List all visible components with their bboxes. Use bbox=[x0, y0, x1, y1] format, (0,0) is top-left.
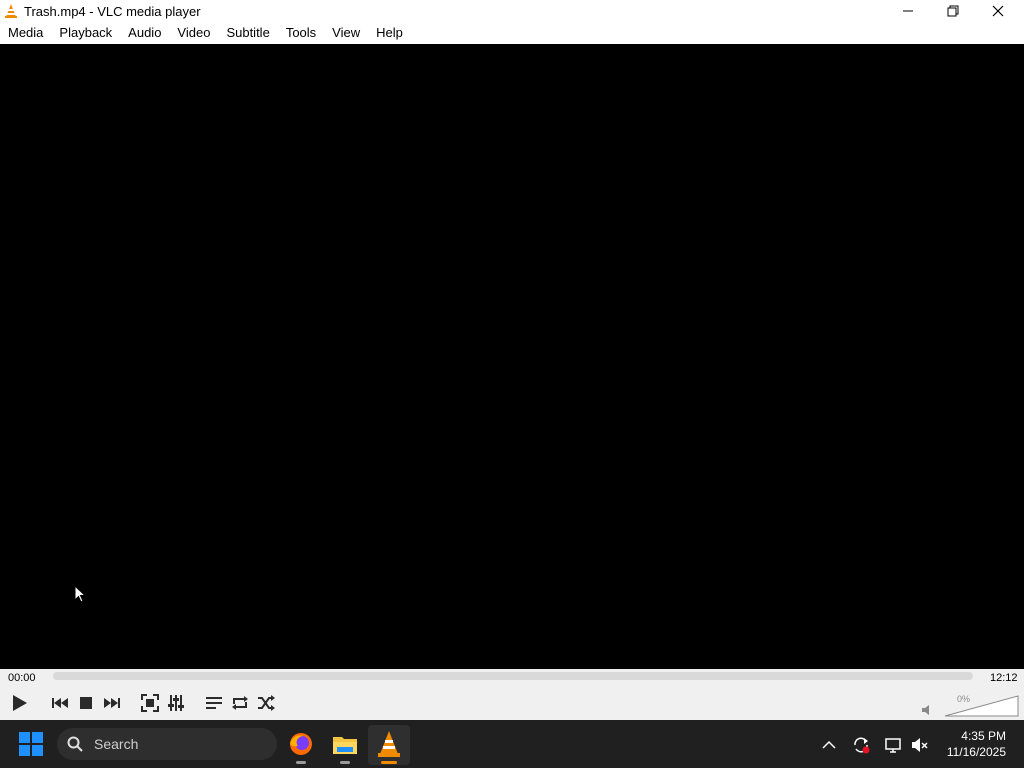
loop-icon bbox=[232, 696, 248, 710]
clock-time[interactable]: 4:35 PM bbox=[950, 729, 1006, 743]
volume-wedge-icon bbox=[944, 695, 1019, 717]
minimize-button[interactable] bbox=[886, 0, 930, 22]
explorer-running-indicator bbox=[340, 761, 350, 764]
firefox-running-indicator bbox=[296, 761, 306, 764]
folder-icon bbox=[333, 737, 357, 754]
menu-media[interactable]: Media bbox=[0, 22, 51, 44]
taskbar-firefox[interactable] bbox=[287, 730, 315, 758]
menu-bar: Media Playback Audio Video Subtitle Tool… bbox=[0, 22, 1024, 44]
total-duration: 12:12 bbox=[990, 672, 1018, 684]
show-hidden-icons-button[interactable] bbox=[819, 735, 839, 755]
equalizer-icon bbox=[168, 695, 184, 711]
stop-icon bbox=[80, 697, 92, 709]
close-button[interactable] bbox=[976, 0, 1020, 22]
network-monitor-icon bbox=[885, 738, 901, 753]
next-button[interactable] bbox=[101, 692, 123, 714]
mouse-cursor-icon bbox=[74, 585, 87, 603]
title-bar[interactable]: Trash.mp4 - VLC media player bbox=[0, 0, 1024, 22]
vlc-active-indicator bbox=[381, 761, 397, 764]
menu-help[interactable]: Help bbox=[368, 22, 411, 44]
shuffle-icon bbox=[258, 695, 275, 711]
firefox-icon bbox=[290, 733, 312, 755]
loop-button[interactable] bbox=[229, 692, 251, 714]
search-placeholder: Search bbox=[94, 736, 139, 752]
next-icon bbox=[104, 698, 120, 708]
taskbar-file-explorer[interactable] bbox=[331, 730, 359, 758]
stop-button[interactable] bbox=[75, 692, 97, 714]
video-area[interactable] bbox=[0, 44, 1024, 669]
play-icon bbox=[13, 695, 27, 711]
playlist-button[interactable] bbox=[203, 692, 225, 714]
menu-playback[interactable]: Playback bbox=[51, 22, 120, 44]
shuffle-button[interactable] bbox=[255, 692, 277, 714]
seek-slider[interactable] bbox=[53, 672, 973, 680]
fullscreen-icon bbox=[141, 694, 159, 712]
network-tray-button[interactable] bbox=[884, 735, 904, 755]
start-button[interactable] bbox=[18, 731, 44, 757]
minimize-icon bbox=[903, 10, 913, 12]
restore-button[interactable] bbox=[931, 0, 975, 22]
clock-date[interactable]: 11/16/2025 bbox=[938, 745, 1006, 759]
restore-icon bbox=[947, 5, 959, 17]
menu-tools[interactable]: Tools bbox=[278, 22, 324, 44]
taskbar-vlc[interactable] bbox=[368, 725, 410, 765]
windows-logo-icon bbox=[19, 732, 43, 756]
previous-icon bbox=[52, 698, 68, 708]
volume-tray-button[interactable] bbox=[910, 735, 930, 755]
extended-settings-button[interactable] bbox=[165, 692, 187, 714]
taskbar-search-box[interactable] bbox=[57, 728, 277, 760]
vlc-cone-icon bbox=[5, 4, 17, 18]
play-button[interactable] bbox=[7, 691, 31, 715]
menu-audio[interactable]: Audio bbox=[120, 22, 169, 44]
volume-slider[interactable] bbox=[944, 695, 1020, 717]
speaker-icon bbox=[922, 705, 929, 715]
chevron-up-icon bbox=[822, 740, 836, 749]
playlist-icon bbox=[206, 697, 222, 709]
menu-video[interactable]: Video bbox=[169, 22, 218, 44]
window-title: Trash.mp4 - VLC media player bbox=[24, 4, 201, 19]
mute-button[interactable] bbox=[918, 701, 936, 719]
previous-button[interactable] bbox=[49, 692, 71, 714]
vlc-cone-icon bbox=[378, 731, 400, 757]
close-icon bbox=[992, 5, 1004, 17]
sync-tray-button[interactable] bbox=[851, 735, 871, 755]
elapsed-time: 00:00 bbox=[8, 672, 36, 684]
menu-view[interactable]: View bbox=[324, 22, 368, 44]
sync-icon bbox=[854, 737, 870, 754]
menu-subtitle[interactable]: Subtitle bbox=[218, 22, 277, 44]
search-icon bbox=[67, 736, 83, 752]
fullscreen-button[interactable] bbox=[139, 692, 161, 714]
speaker-muted-icon bbox=[912, 738, 928, 752]
